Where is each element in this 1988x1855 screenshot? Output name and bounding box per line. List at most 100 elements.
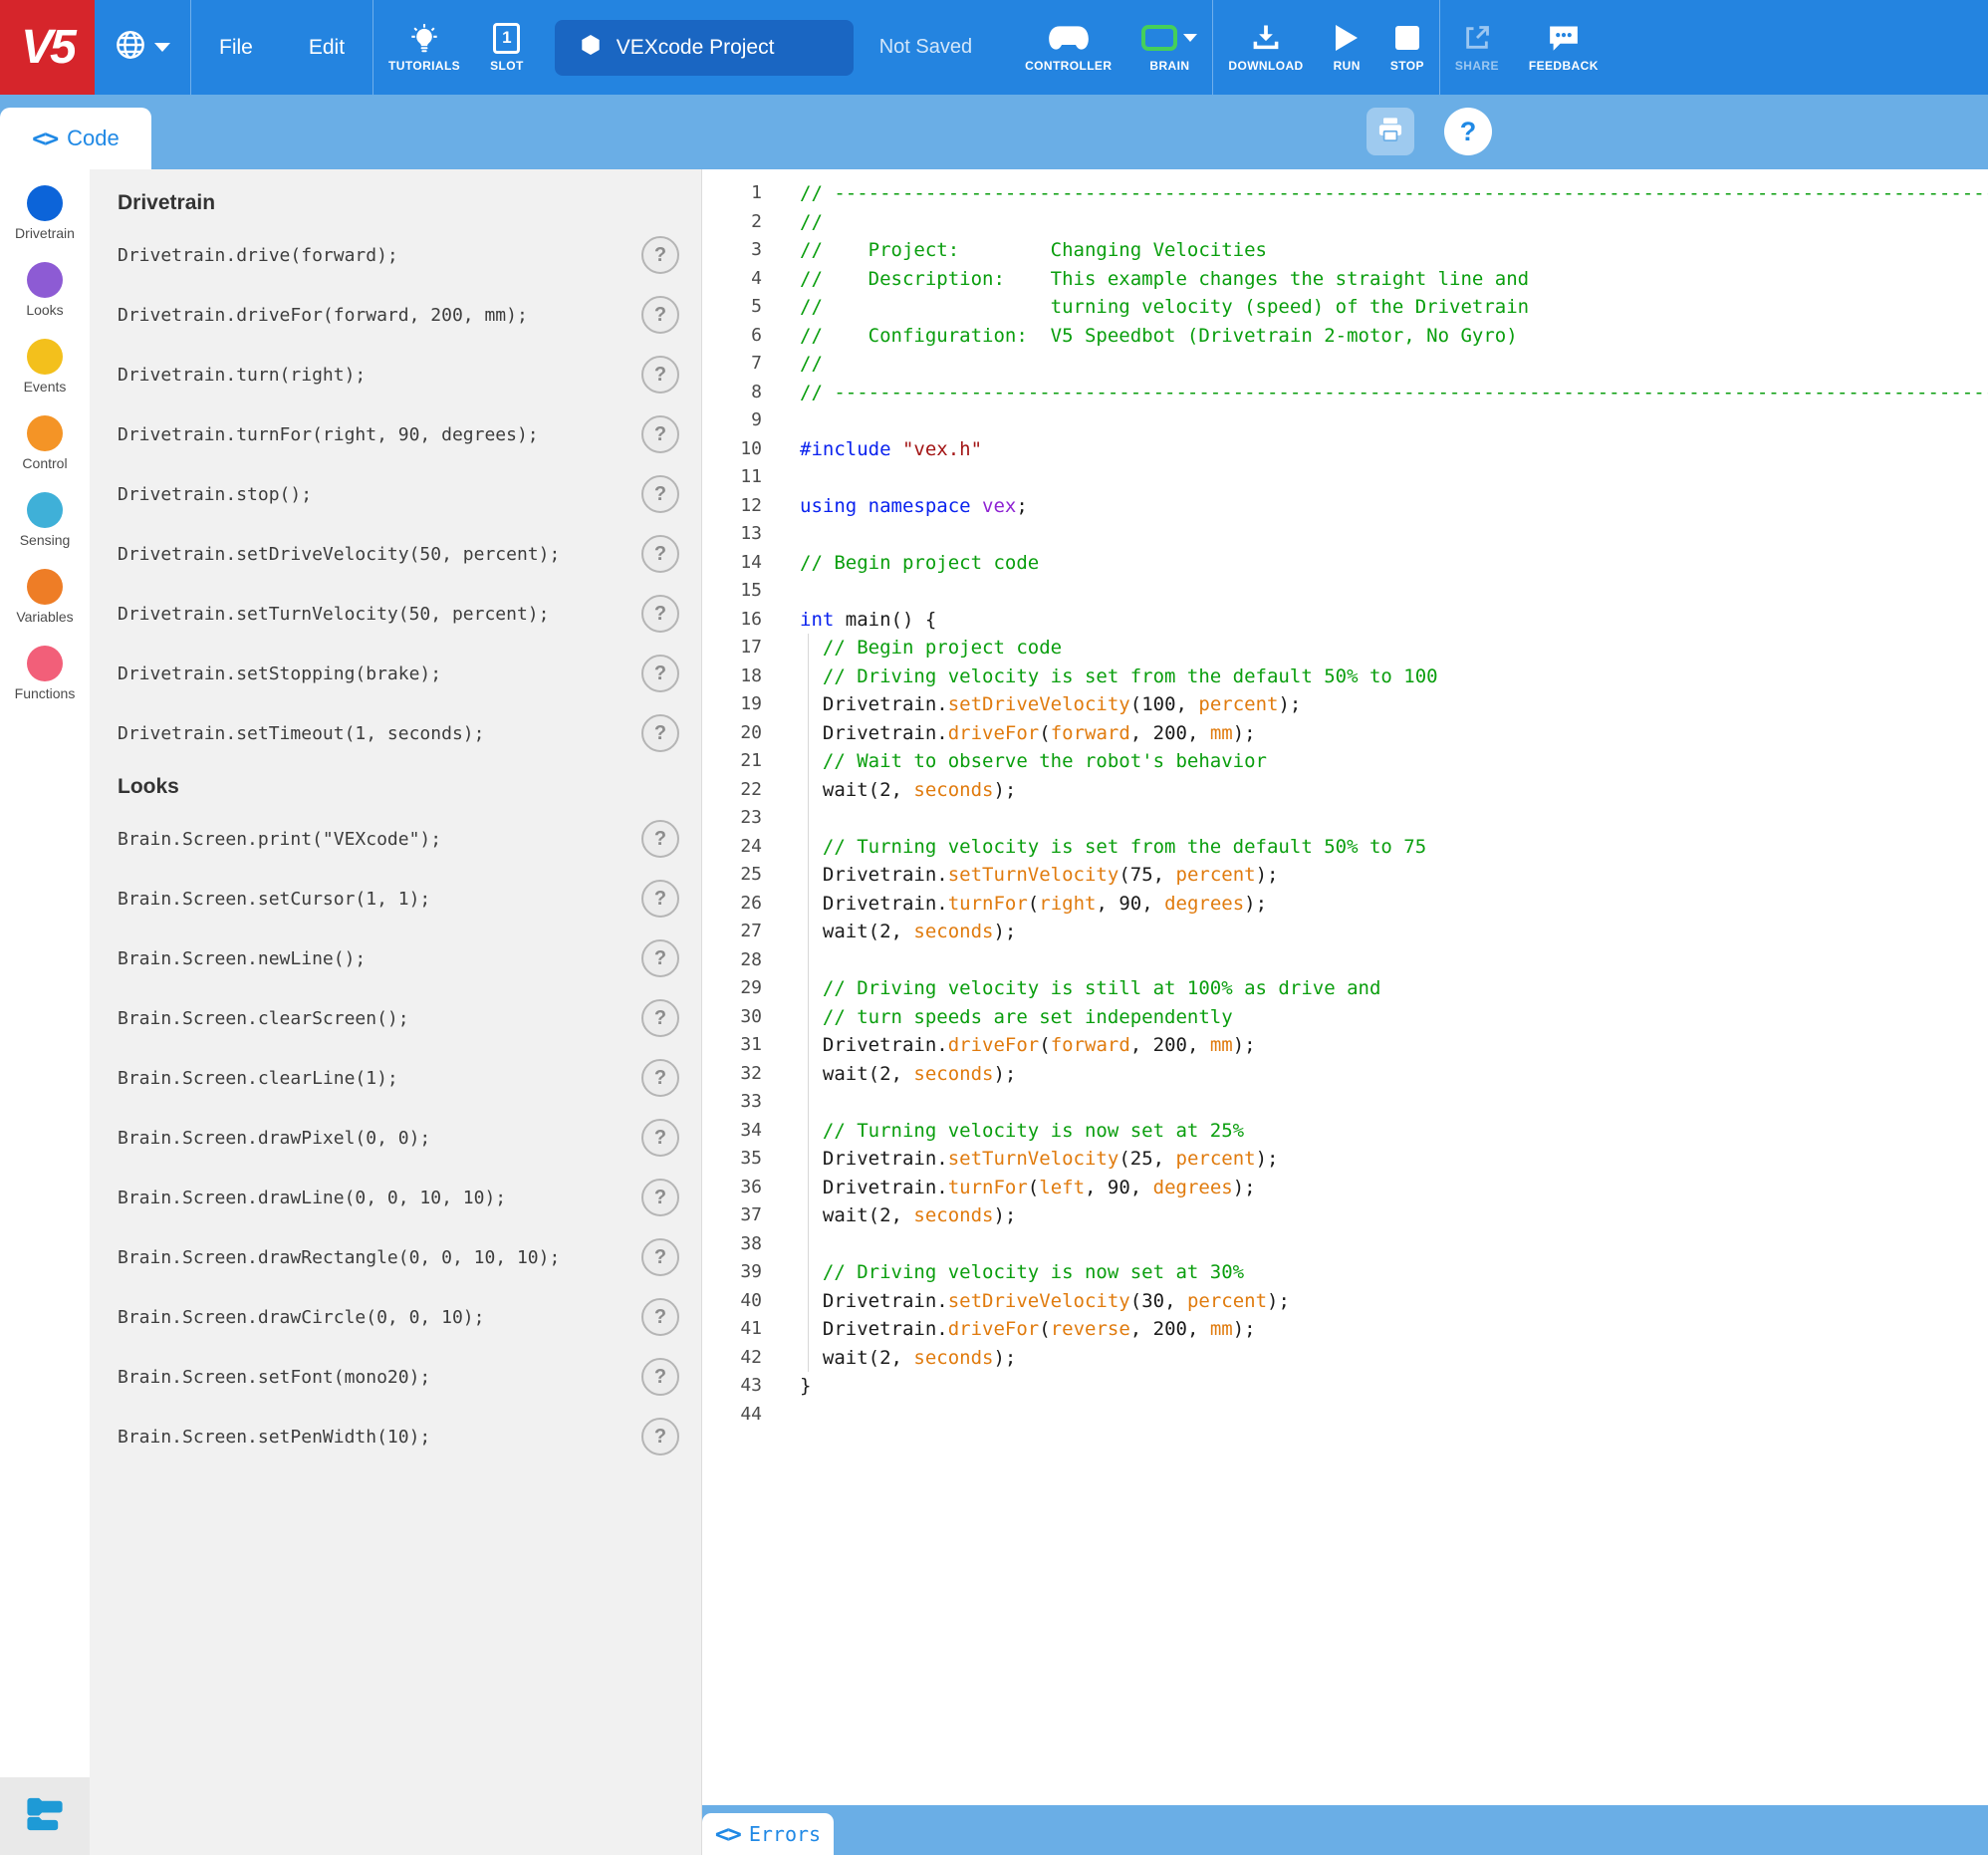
palette-command[interactable]: Brain.Screen.setFont(mono20);? bbox=[118, 1347, 701, 1407]
palette-command-text[interactable]: Brain.Screen.clearLine(1); bbox=[118, 1068, 398, 1089]
project-name[interactable]: VEXcode Project bbox=[554, 19, 854, 76]
run-button[interactable]: RUN bbox=[1319, 0, 1375, 95]
command-help-button[interactable]: ? bbox=[641, 236, 679, 274]
code-editor[interactable]: 1 // ------------------------------------… bbox=[702, 169, 1988, 1855]
palette-command[interactable]: Brain.Screen.drawLine(0, 0, 10, 10);? bbox=[118, 1168, 701, 1227]
menu-file[interactable]: File bbox=[191, 0, 281, 95]
command-help-button[interactable]: ? bbox=[641, 1298, 679, 1336]
palette-command-text[interactable]: Brain.Screen.drawPixel(0, 0); bbox=[118, 1128, 430, 1149]
palette-command-text[interactable]: Brain.Screen.setFont(mono20); bbox=[118, 1367, 430, 1388]
sidebar-item-variables[interactable]: Variables bbox=[0, 569, 90, 625]
palette-command[interactable]: Drivetrain.setStopping(brake);? bbox=[118, 644, 701, 703]
sidebar-item-drivetrain[interactable]: Drivetrain bbox=[0, 185, 90, 241]
download-button[interactable]: DOWNLOAD bbox=[1213, 0, 1318, 95]
palette-command-text[interactable]: Brain.Screen.drawCircle(0, 0, 10); bbox=[118, 1307, 484, 1328]
share-button[interactable]: SHARE bbox=[1440, 0, 1514, 95]
palette-command-text[interactable]: Brain.Screen.print("VEXcode"); bbox=[118, 829, 441, 850]
command-help-button[interactable]: ? bbox=[641, 356, 679, 394]
palette-command-text[interactable]: Drivetrain.stop(); bbox=[118, 484, 312, 505]
category-sidebar-items: Drivetrain Looks Events Control Sensing Varia… bbox=[0, 185, 90, 701]
slot-button[interactable]: 1 SLOT bbox=[475, 0, 539, 95]
command-help-button[interactable]: ? bbox=[641, 880, 679, 918]
stop-button[interactable]: STOP bbox=[1375, 0, 1439, 95]
palette-command[interactable]: Drivetrain.setTimeout(1, seconds);? bbox=[118, 703, 701, 763]
command-help-button[interactable]: ? bbox=[641, 595, 679, 633]
code-line: 35 Drivetrain.setTurnVelocity(25, percen… bbox=[702, 1145, 1988, 1174]
tutorials-button[interactable]: TUTORIALS bbox=[373, 0, 475, 95]
brain-button[interactable]: BRAIN bbox=[1126, 0, 1212, 95]
help-button[interactable]: ? bbox=[1444, 108, 1492, 155]
command-help-button[interactable]: ? bbox=[641, 1059, 679, 1097]
palette-command[interactable]: Drivetrain.driveFor(forward, 200, mm);? bbox=[118, 285, 701, 345]
command-help-button[interactable]: ? bbox=[641, 999, 679, 1037]
menu-edit[interactable]: Edit bbox=[281, 0, 373, 95]
code-line-text: // turning velocity (speed) of the Drive… bbox=[800, 296, 1530, 318]
palette-command[interactable]: Brain.Screen.drawCircle(0, 0, 10);? bbox=[118, 1287, 701, 1347]
palette-command-text[interactable]: Drivetrain.turnFor(right, 90, degrees); bbox=[118, 424, 539, 445]
language-menu[interactable] bbox=[95, 0, 190, 95]
palette-command-text[interactable]: Drivetrain.turn(right); bbox=[118, 365, 366, 386]
command-help-button[interactable]: ? bbox=[641, 655, 679, 692]
palette-command[interactable]: Drivetrain.setTurnVelocity(50, percent);… bbox=[118, 584, 701, 644]
blocks-corner[interactable] bbox=[0, 1777, 90, 1855]
palette-command-text[interactable]: Brain.Screen.drawLine(0, 0, 10, 10); bbox=[118, 1188, 506, 1208]
palette-command-text[interactable]: Drivetrain.driveFor(forward, 200, mm); bbox=[118, 305, 528, 326]
palette-command[interactable]: Drivetrain.stop();? bbox=[118, 464, 701, 524]
palette-command[interactable]: Brain.Screen.setPenWidth(10);? bbox=[118, 1407, 701, 1466]
palette-command-text[interactable]: Drivetrain.drive(forward); bbox=[118, 245, 398, 266]
palette-command[interactable]: Brain.Screen.clearScreen();? bbox=[118, 988, 701, 1048]
palette-command[interactable]: Brain.Screen.print("VEXcode");? bbox=[118, 809, 701, 869]
palette-command[interactable]: Drivetrain.turnFor(right, 90, degrees);? bbox=[118, 404, 701, 464]
command-help-button[interactable]: ? bbox=[641, 415, 679, 453]
brain-icon bbox=[1141, 25, 1178, 51]
sidebar-item-label: Looks bbox=[26, 302, 64, 318]
sidebar-item-looks[interactable]: Looks bbox=[0, 262, 90, 318]
palette-command-text[interactable]: Brain.Screen.setPenWidth(10); bbox=[118, 1427, 430, 1448]
command-help-button[interactable]: ? bbox=[641, 1179, 679, 1216]
command-help-button[interactable]: ? bbox=[641, 1119, 679, 1157]
line-number: 20 bbox=[740, 721, 762, 743]
palette-command-text[interactable]: Brain.Screen.drawRectangle(0, 0, 10, 10)… bbox=[118, 1247, 560, 1268]
sidebar-item-sensing[interactable]: Sensing bbox=[0, 492, 90, 548]
palette-command[interactable]: Drivetrain.setDriveVelocity(50, percent)… bbox=[118, 524, 701, 584]
tab-code[interactable]: <> Code bbox=[0, 108, 151, 169]
code-line: 28 bbox=[702, 946, 1988, 975]
palette-command-text[interactable]: Brain.Screen.setCursor(1, 1); bbox=[118, 889, 430, 910]
sidebar-item-functions[interactable]: Functions bbox=[0, 646, 90, 701]
command-help-button[interactable]: ? bbox=[641, 535, 679, 573]
command-help-button[interactable]: ? bbox=[641, 1238, 679, 1276]
palette-command[interactable]: Drivetrain.drive(forward);? bbox=[118, 225, 701, 285]
palette-command-text[interactable]: Drivetrain.setStopping(brake); bbox=[118, 663, 441, 684]
palette-command-text[interactable]: Brain.Screen.clearScreen(); bbox=[118, 1008, 409, 1029]
palette-command[interactable]: Brain.Screen.drawPixel(0, 0);? bbox=[118, 1108, 701, 1168]
tab-errors[interactable]: <> Errors bbox=[702, 1813, 834, 1855]
command-help-button[interactable]: ? bbox=[641, 475, 679, 513]
command-help-button[interactable]: ? bbox=[641, 296, 679, 334]
palette-command-text[interactable]: Brain.Screen.newLine(); bbox=[118, 948, 366, 969]
command-help-button[interactable]: ? bbox=[641, 939, 679, 977]
print-button[interactable] bbox=[1367, 108, 1414, 155]
palette-command[interactable]: Brain.Screen.newLine();? bbox=[118, 928, 701, 988]
controller-button[interactable]: CONTROLLER bbox=[1010, 0, 1126, 95]
control-category-icon bbox=[27, 415, 63, 451]
code-line: 25 Drivetrain.setTurnVelocity(75, percen… bbox=[702, 861, 1988, 890]
palette-command-text[interactable]: Drivetrain.setDriveVelocity(50, percent)… bbox=[118, 544, 560, 565]
line-number: 11 bbox=[740, 466, 762, 487]
palette-command[interactable]: Brain.Screen.drawRectangle(0, 0, 10, 10)… bbox=[118, 1227, 701, 1287]
palette-command[interactable]: Drivetrain.turn(right);? bbox=[118, 345, 701, 404]
palette-command-text[interactable]: Drivetrain.setTurnVelocity(50, percent); bbox=[118, 604, 549, 625]
command-help-button[interactable]: ? bbox=[641, 820, 679, 858]
sidebar-item-events[interactable]: Events bbox=[0, 339, 90, 395]
command-help-button[interactable]: ? bbox=[641, 1418, 679, 1456]
command-help-button[interactable]: ? bbox=[641, 714, 679, 752]
code-line-text: // turn speeds are set independently bbox=[800, 1005, 1233, 1028]
chevron-down-icon bbox=[1183, 34, 1198, 42]
palette-command[interactable]: Brain.Screen.clearLine(1);? bbox=[118, 1048, 701, 1108]
palette-command[interactable]: Brain.Screen.setCursor(1, 1);? bbox=[118, 869, 701, 928]
feedback-button[interactable]: FEEDBACK bbox=[1514, 0, 1614, 95]
brain-label: BRAIN bbox=[1149, 59, 1190, 73]
palette-command-text[interactable]: Drivetrain.setTimeout(1, seconds); bbox=[118, 723, 484, 744]
command-help-button[interactable]: ? bbox=[641, 1358, 679, 1396]
sidebar-item-control[interactable]: Control bbox=[0, 415, 90, 471]
